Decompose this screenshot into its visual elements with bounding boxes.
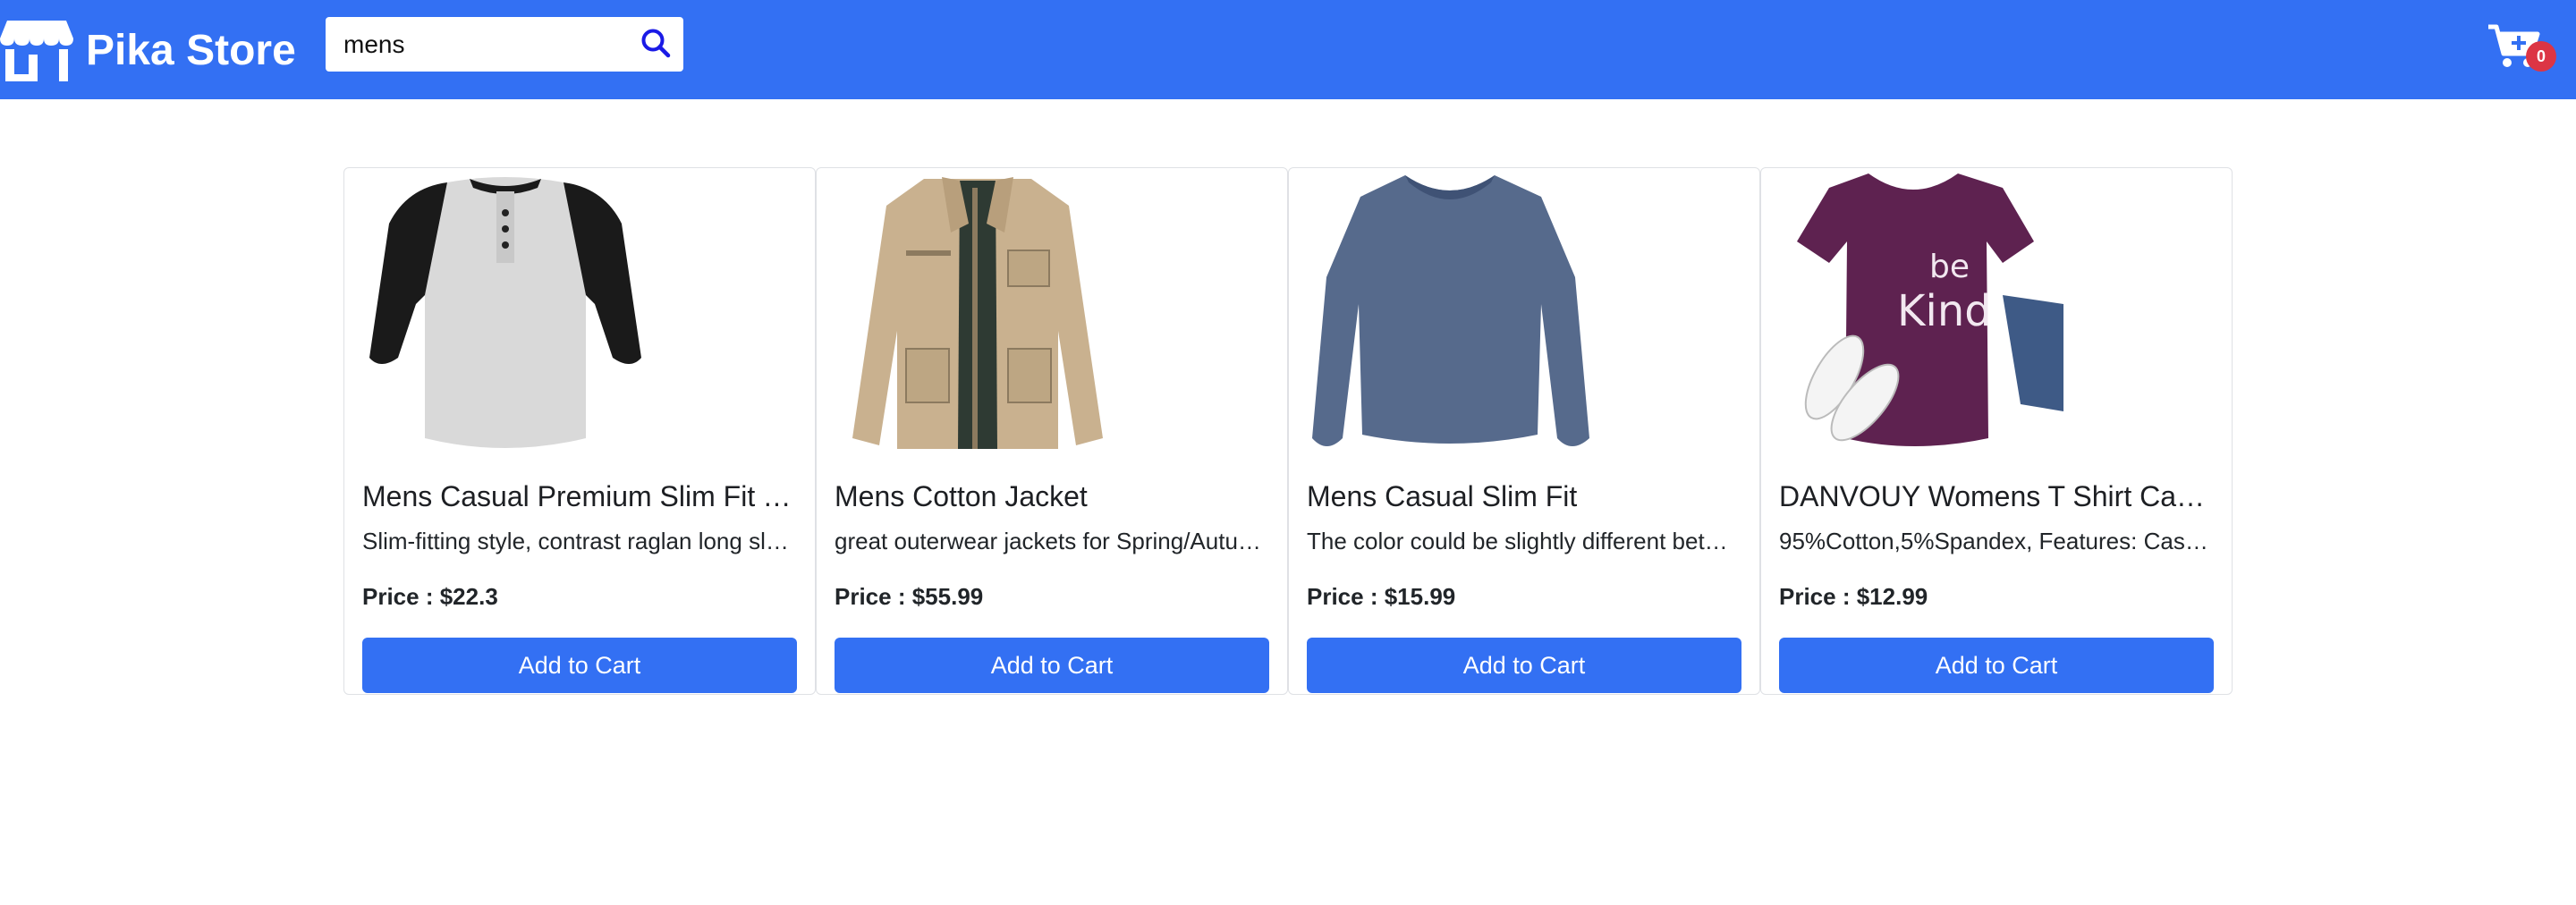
product-grid: Mens Casual Premium Slim Fit T-Shirts Sl… (343, 167, 2233, 695)
product-card: Mens Cotton Jacket great outerwear jacke… (816, 167, 1288, 695)
product-body: Mens Cotton Jacket great outerwear jacke… (835, 477, 1269, 614)
product-body: Mens Casual Premium Slim Fit T-Shirts Sl… (362, 477, 797, 614)
cart-button[interactable]: 0 (2487, 23, 2563, 77)
shop-icon (0, 19, 73, 81)
product-price: Price : $22.3 (362, 583, 498, 610)
product-title: Mens Cotton Jacket (835, 480, 1088, 512)
search-button[interactable] (635, 24, 676, 65)
product-description: 95%Cotton,5%Spandex, Features: Casual, S… (1779, 528, 2214, 554)
product-body: Mens Casual Slim Fit The color could be … (1307, 477, 1741, 614)
product-price: Price : $12.99 (1779, 583, 1928, 610)
product-image[interactable] (835, 170, 1121, 458)
product-price: Price : $15.99 (1307, 583, 1456, 610)
product-description: The color could be slightly different be… (1307, 528, 1741, 554)
product-body: DANVOUY Womens T Shirt Casual Cotton Sho… (1779, 477, 2214, 614)
search-icon (640, 28, 671, 63)
product-card: Mens Casual Premium Slim Fit T-Shirts Sl… (343, 167, 816, 695)
product-image[interactable]: be Kind (1779, 170, 2065, 458)
add-to-cart-button[interactable]: Add to Cart (362, 638, 797, 693)
cart-count-badge: 0 (2526, 41, 2556, 72)
search-input[interactable] (326, 17, 630, 72)
product-description: Slim-fitting style, contrast raglan long… (362, 528, 797, 554)
brand-name: Pika Store (86, 26, 296, 74)
navbar: Pika Store 0 (0, 0, 2576, 99)
product-image[interactable] (1307, 170, 1593, 458)
add-to-cart-button[interactable]: Add to Cart (1779, 638, 2214, 693)
product-image[interactable] (362, 170, 648, 458)
add-to-cart-button[interactable]: Add to Cart (835, 638, 1269, 693)
product-title: Mens Casual Slim Fit (1307, 480, 1578, 512)
search-bar (326, 17, 683, 72)
product-description: great outerwear jackets for Spring/Autum… (835, 528, 1269, 554)
svg-text:Kind: Kind (1897, 286, 1992, 336)
product-card: Mens Casual Slim Fit The color could be … (1288, 167, 1760, 695)
brand[interactable]: Pika Store (0, 14, 296, 86)
product-card: be Kind DANVOUY Womens T Shirt Casual Co… (1760, 167, 2233, 695)
product-title: DANVOUY Womens T Shirt Casual Cotton Sho… (1779, 480, 2214, 512)
product-title: Mens Casual Premium Slim Fit T-Shirts (362, 480, 797, 512)
svg-text:be: be (1929, 249, 1970, 285)
product-price: Price : $55.99 (835, 583, 984, 610)
add-to-cart-button[interactable]: Add to Cart (1307, 638, 1741, 693)
